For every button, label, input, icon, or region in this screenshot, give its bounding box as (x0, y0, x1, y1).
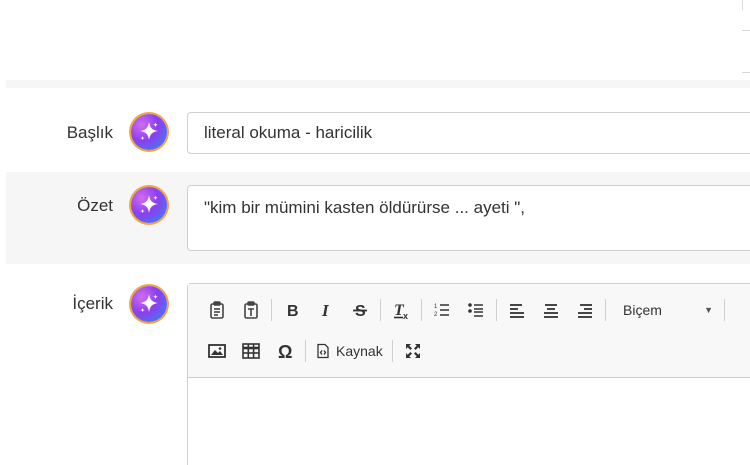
summary-textarea[interactable]: "kim bir mümini kasten öldürürse ... aye… (187, 185, 750, 251)
toolbar-separator (421, 299, 422, 321)
ai-assist-button-title[interactable] (131, 114, 167, 150)
svg-text:S: S (355, 303, 366, 320)
summary-label: Özet (77, 196, 113, 215)
toolbar-separator (305, 340, 306, 362)
caret-down-icon: ▼ (704, 305, 713, 315)
toolbar-separator (724, 299, 725, 321)
ai-assist-button-content[interactable] (131, 286, 167, 322)
bulleted-list-button[interactable] (459, 296, 493, 324)
omega-icon: Ω (278, 342, 292, 361)
source-button[interactable]: Kaynak (309, 337, 389, 365)
table-icon (242, 343, 260, 359)
title-label: Başlık (66, 123, 113, 142)
align-right-icon (578, 304, 592, 318)
sparkles-icon (140, 195, 158, 214)
image-icon (208, 344, 226, 358)
window-edge (742, 0, 743, 10)
bulleted-list-icon (468, 303, 483, 317)
sparkles-icon (140, 294, 158, 313)
svg-text:1: 1 (434, 304, 438, 310)
source-icon (317, 343, 329, 359)
svg-text:x: x (403, 311, 408, 320)
toolbar-separator (391, 340, 393, 362)
align-left-icon (510, 304, 524, 318)
align-right-button[interactable] (568, 296, 602, 324)
paste-icon (210, 301, 224, 319)
svg-text:Ω: Ω (278, 342, 292, 361)
table-button[interactable] (234, 337, 268, 365)
strikethrough-icon: S (353, 303, 367, 320)
sparkles-icon (140, 122, 158, 141)
bold-button[interactable]: B (275, 296, 309, 324)
bold-icon: B (287, 303, 299, 320)
align-center-icon (544, 304, 558, 318)
remove-format-icon: Tx (394, 302, 408, 320)
toolbar-separator (496, 299, 497, 321)
ai-assist-button-summary[interactable] (131, 187, 167, 223)
align-center-button[interactable] (534, 296, 568, 324)
paste-button[interactable] (200, 296, 234, 324)
editor-toolbar: B I S Tx 12 Biçem ▼ Ω Kaynak (188, 284, 750, 378)
numbered-list-button[interactable]: 12 (425, 296, 459, 324)
numbered-list-icon: 12 (434, 304, 449, 318)
remove-format-button[interactable]: Tx (384, 296, 418, 324)
paste-text-icon (244, 301, 258, 319)
source-button-label: Kaynak (336, 343, 383, 359)
svg-text:2: 2 (434, 312, 438, 318)
italic-icon: I (321, 301, 330, 320)
maximize-button[interactable] (396, 337, 430, 365)
align-left-button[interactable] (500, 296, 534, 324)
format-select-label: Biçem (623, 302, 662, 318)
toolbar-separator (271, 299, 272, 321)
window-edge-mark (742, 30, 750, 31)
italic-button[interactable]: I (309, 296, 343, 324)
paste-text-button[interactable] (234, 296, 268, 324)
rich-text-editor[interactable]: B I S Tx 12 Biçem ▼ Ω Kaynak (187, 283, 750, 465)
editor-content-area[interactable] (188, 379, 750, 465)
toolbar-row-2: Ω Kaynak (200, 335, 430, 367)
special-character-button[interactable]: Ω (268, 337, 302, 365)
toolbar-separator (380, 299, 381, 321)
title-input[interactable]: literal okuma - haricilik (187, 112, 750, 154)
toolbar-separator (605, 299, 606, 321)
svg-text:I: I (321, 301, 330, 320)
svg-text:B: B (287, 303, 299, 320)
toolbar-row-1: B I S Tx 12 Biçem ▼ (200, 294, 728, 326)
image-button[interactable] (200, 337, 234, 365)
content-label: İçerik (72, 294, 113, 313)
strikethrough-button[interactable]: S (343, 296, 377, 324)
window-edge-mark (742, 72, 750, 73)
maximize-icon (405, 344, 420, 358)
format-select[interactable]: Biçem ▼ (609, 296, 721, 324)
